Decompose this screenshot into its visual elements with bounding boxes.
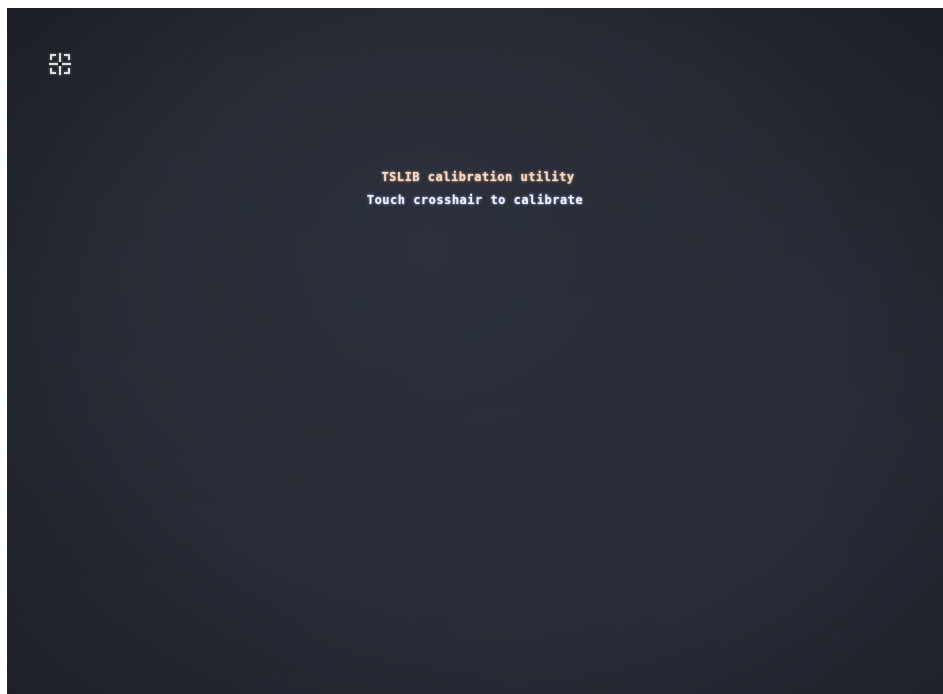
calibration-crosshair[interactable] <box>48 52 72 76</box>
screen-vignette <box>7 8 943 694</box>
calibration-instruction: Touch crosshair to calibrate <box>366 193 584 207</box>
touchscreen-display[interactable]: TSLIB calibration utility Touch crosshai… <box>7 8 943 694</box>
crosshair-icon <box>49 53 71 75</box>
calibration-title: TSLIB calibration utility <box>381 170 575 184</box>
photo-frame: TSLIB calibration utility Touch crosshai… <box>0 0 943 694</box>
calibration-message: TSLIB calibration utility Touch crosshai… <box>7 166 943 212</box>
